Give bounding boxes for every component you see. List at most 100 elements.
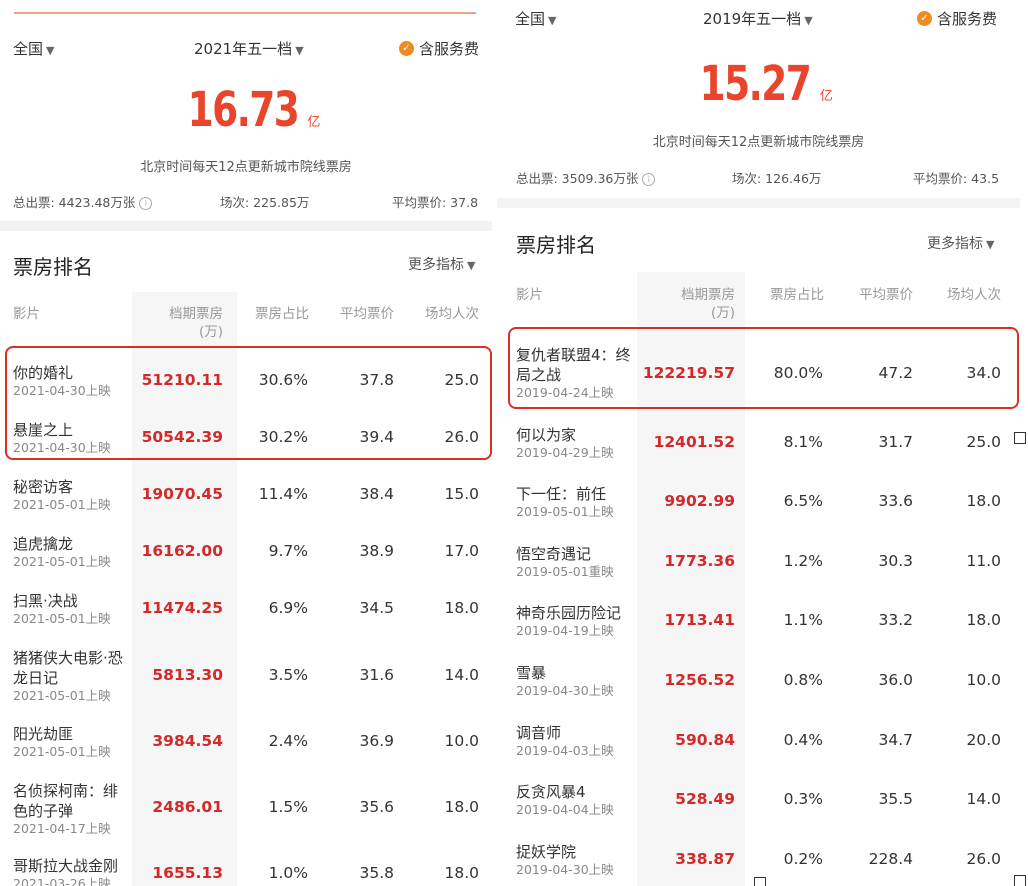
release-date: 2019-04-30上映 [516, 683, 614, 698]
header-share[interactable]: 票房占比 [743, 286, 824, 304]
box-value: 11474.25 [141, 599, 223, 617]
film-cell: 捉妖学院 2019-04-30上映 [516, 842, 614, 878]
release-date: 2021-05-01上映 [13, 688, 111, 703]
audience-value: 18.0 [444, 599, 479, 617]
release-date: 2021-03-26上映 [13, 876, 111, 886]
price-value: 35.5 [878, 790, 913, 808]
stat-avg-price: 平均票价: 37.8 [392, 195, 479, 210]
film-name-line2: 龙日记 [13, 669, 59, 687]
service-fee-toggle[interactable]: ✓ 含服务费 [917, 8, 997, 29]
caret-down-icon: ▼ [46, 44, 55, 57]
highlight-box [508, 327, 1019, 409]
share-value: 2.4% [268, 732, 308, 750]
film-name-line1: 猪猪侠大电影·恐 [13, 649, 123, 667]
price-value: 33.6 [878, 492, 913, 510]
stat-shows: 场次: 126.46万 [732, 171, 822, 186]
region-selector[interactable]: 全国 ▼ [13, 38, 54, 59]
period-label: 2019年五一档 [703, 10, 802, 28]
share-value: 6.9% [268, 599, 308, 617]
box-value: 590.84 [675, 731, 735, 749]
header-film: 影片 [516, 287, 543, 303]
period-selector[interactable]: 2019年五一档 ▼ [703, 8, 813, 29]
update-note: 北京时间每天12点更新城市院线票房 [140, 160, 352, 175]
header-box-unit: (万) [710, 305, 735, 321]
price-value: 30.3 [878, 552, 913, 570]
caret-down-icon: ▼ [548, 14, 557, 27]
share-value: 1.0% [268, 864, 308, 882]
audience-value: 18.0 [444, 864, 479, 882]
header-film: 影片 [13, 306, 40, 322]
region-selector[interactable]: 全国 ▼ [515, 8, 556, 29]
price-value: 34.7 [878, 731, 913, 749]
price-value: 36.0 [878, 671, 913, 689]
share-value: 0.3% [783, 790, 823, 808]
box-value: 5813.30 [152, 666, 223, 684]
header-price[interactable]: 平均票价 [832, 286, 913, 304]
release-date: 2021-05-01上映 [13, 611, 111, 626]
caret-down-icon: ▼ [467, 259, 476, 272]
stat-tickets: 总出票: 3509.36万张 i [516, 168, 656, 187]
price-value: 38.9 [359, 542, 394, 560]
more-metrics-button[interactable]: 更多指标 ▼ [927, 233, 994, 253]
release-date: 2019-05-01上映 [516, 504, 614, 519]
header-box-label: 档期票房 [169, 306, 223, 322]
audience-value: 17.0 [444, 542, 479, 560]
release-date: 2021-05-01上映 [13, 744, 111, 759]
release-date: 2021-05-01上映 [13, 497, 111, 512]
box-value: 528.49 [675, 790, 735, 808]
more-metrics-button[interactable]: 更多指标 ▼ [408, 254, 475, 274]
header-box[interactable]: 档期票房 (万) [150, 305, 223, 341]
stat-tickets-text: 总出票: 4423.48万张 [13, 195, 136, 210]
film-name: 下一任：前任 [516, 485, 607, 503]
stat-avg-price: 平均票价: 43.5 [913, 171, 1000, 186]
film-cell: 悟空奇遇记 2019-05-01重映 [516, 544, 614, 580]
total-box-office: 15.27 亿 [497, 56, 1020, 112]
film-cell: 名侦探柯南：绯 色的子弹 2021-04-17上映 [13, 781, 118, 837]
release-date: 2019-04-03上映 [516, 743, 614, 758]
release-date: 2019-04-30上映 [516, 862, 614, 877]
film-name: 调音师 [516, 724, 562, 742]
small-square-marker [754, 877, 766, 886]
info-icon[interactable]: i [642, 173, 656, 186]
audience-value: 11.0 [966, 552, 1001, 570]
box-value: 9902.99 [664, 492, 735, 510]
section-divider [497, 198, 1020, 208]
film-name: 反贪风暴4 [516, 783, 586, 801]
header-box[interactable]: 档期票房 (万) [657, 286, 735, 322]
film-cell: 秘密访客 2021-05-01上映 [13, 477, 111, 513]
update-note: 北京时间每天12点更新城市院线票房 [652, 135, 865, 150]
price-value: 35.6 [359, 798, 394, 816]
share-value: 1.2% [783, 552, 823, 570]
box-value: 1256.52 [664, 671, 735, 689]
small-square-marker [1014, 875, 1026, 886]
header-audience[interactable]: 场均人次 [400, 305, 479, 323]
box-value: 3984.54 [152, 732, 223, 750]
audience-value: 20.0 [966, 731, 1001, 749]
header-box-unit: (万) [198, 324, 223, 340]
film-name: 何以为家 [516, 426, 577, 444]
film-cell: 扫黑·决战 2021-05-01上映 [13, 591, 111, 627]
box-office-panel-2021: 全国 ▼ 2021年五一档 ▼ ✓ 含服务费 16.73 亿 北京时间每天12点更新城… [0, 0, 492, 886]
service-fee-label: 含服务费 [937, 10, 998, 28]
share-value: 3.5% [268, 666, 308, 684]
service-fee-toggle[interactable]: ✓ 含服务费 [399, 38, 479, 59]
film-cell: 哥斯拉大战金刚 2021-03-26上映 [13, 856, 118, 886]
header-audience[interactable]: 场均人次 [920, 286, 1001, 304]
share-value: 9.7% [268, 542, 308, 560]
film-name: 扫黑·决战 [13, 592, 78, 610]
total-box-value: 16.73 [187, 82, 299, 138]
price-value: 33.2 [878, 611, 913, 629]
price-value: 31.6 [359, 666, 394, 684]
caret-down-icon: ▼ [295, 44, 304, 57]
caret-down-icon: ▼ [986, 238, 995, 251]
region-label: 全国 [515, 10, 546, 28]
header-share[interactable]: 票房占比 [230, 305, 309, 323]
audience-value: 10.0 [444, 732, 479, 750]
film-name: 追虎擒龙 [13, 535, 74, 553]
period-selector[interactable]: 2021年五一档 ▼ [194, 38, 304, 59]
film-name: 阳光劫匪 [13, 725, 74, 743]
period-label: 2021年五一档 [194, 40, 293, 58]
share-value: 8.1% [783, 433, 823, 451]
header-price[interactable]: 平均票价 [315, 305, 394, 323]
info-icon[interactable]: i [139, 197, 153, 210]
